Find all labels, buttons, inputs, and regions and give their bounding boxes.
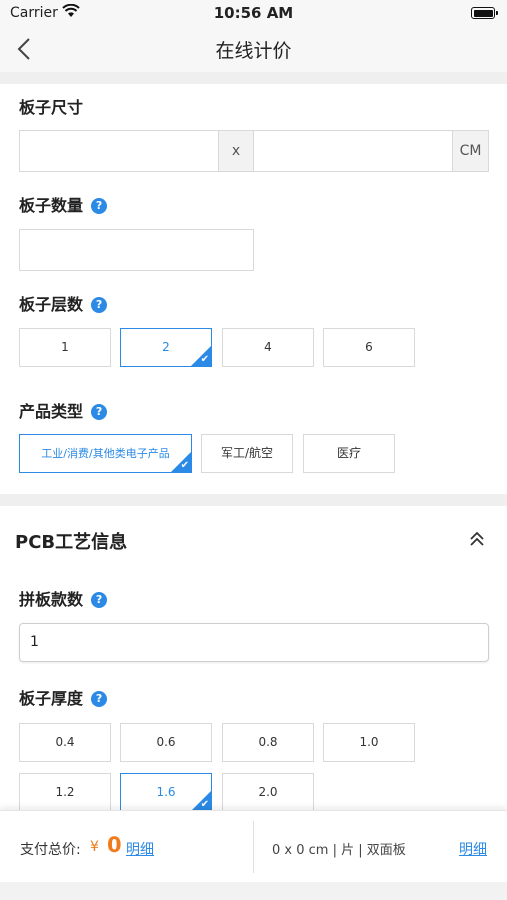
clock: 10:56 AM — [213, 4, 294, 22]
help-icon[interactable]: ? — [91, 691, 108, 707]
thickness-option[interactable]: 1.0 — [323, 723, 415, 762]
option-label: 1.2 — [55, 785, 75, 799]
option-label: 军工/航空 — [220, 446, 274, 460]
board-quantity-text: 板子数量 — [19, 196, 84, 215]
option-label: 0.4 — [55, 735, 75, 749]
size-unit: CM — [452, 130, 489, 172]
help-icon[interactable]: ? — [91, 297, 108, 313]
help-icon[interactable]: ? — [91, 592, 108, 608]
board-height-input[interactable] — [253, 130, 453, 172]
thickness-option[interactable]: 0.6 — [120, 723, 212, 762]
layer-option[interactable]: 4 — [222, 328, 314, 367]
bottom-bar: 支付总价: ¥ 0 明细 0 x 0 cm | 片 | 双面板 明细 — [0, 810, 507, 882]
option-label: 6 — [365, 340, 373, 354]
panel-count-input[interactable]: 1 — [19, 623, 489, 662]
summary-detail-link[interactable]: 明细 — [459, 839, 487, 859]
product-type-option-selected[interactable]: 工业/消费/其他类电子产品 ✔ — [19, 434, 192, 473]
page-title: 在线计价 — [215, 40, 292, 62]
divider — [253, 821, 254, 873]
option-label: 2 — [162, 340, 170, 354]
thickness-option[interactable]: 2.0 — [222, 773, 314, 812]
thickness-option[interactable]: 0.4 — [19, 723, 111, 762]
board-width-input[interactable] — [19, 130, 219, 172]
thickness-option-selected[interactable]: 1.6 ✔ — [120, 773, 212, 812]
board-quantity-label: 板子数量? — [19, 192, 108, 216]
board-layers-label: 板子层数? — [19, 291, 108, 315]
section-gap — [0, 72, 507, 84]
option-label: 1.6 — [156, 785, 176, 799]
order-summary: 0 x 0 cm | 片 | 双面板 — [272, 843, 406, 858]
board-thickness-text: 板子厚度 — [19, 689, 84, 708]
option-label: 4 — [264, 340, 272, 354]
check-icon: ✔ — [200, 354, 209, 365]
nav-bar: 在线计价 — [0, 26, 507, 72]
option-label: 0.6 — [156, 735, 176, 749]
check-icon: ✔ — [200, 799, 209, 810]
pcb-section-title: PCB工艺信息 — [15, 532, 128, 553]
price-detail-link[interactable]: 明细 — [126, 839, 154, 859]
board-thickness-label: 板子厚度? — [19, 685, 108, 709]
thickness-option[interactable]: 1.2 — [19, 773, 111, 812]
option-label: 1.0 — [359, 735, 379, 749]
total-price: 0 — [107, 833, 122, 857]
layer-option[interactable]: 6 — [323, 328, 415, 367]
product-type-option[interactable]: 医疗 — [303, 434, 395, 473]
option-label: 2.0 — [258, 785, 278, 799]
layer-option-selected[interactable]: 2 ✔ — [120, 328, 212, 367]
collapse-icon[interactable] — [469, 530, 485, 548]
board-size-label: 板子尺寸 — [19, 98, 84, 117]
section-gap — [0, 494, 507, 506]
panel-count-label: 拼板款数? — [19, 586, 108, 610]
product-type-text: 产品类型 — [19, 402, 84, 421]
board-layers-text: 板子层数 — [19, 295, 84, 314]
option-label: 工业/消费/其他类电子产品 — [41, 447, 170, 460]
option-label: 医疗 — [336, 446, 361, 460]
help-icon[interactable]: ? — [91, 198, 108, 214]
size-separator: x — [218, 130, 254, 172]
status-bar: Carrier 10:56 AM — [0, 0, 507, 26]
check-icon: ✔ — [180, 460, 189, 471]
battery-icon — [471, 7, 498, 19]
help-icon[interactable]: ? — [91, 404, 108, 420]
bottom-safe-area — [0, 882, 507, 900]
option-label: 1 — [61, 340, 69, 354]
product-type-option[interactable]: 军工/航空 — [201, 434, 293, 473]
layer-option[interactable]: 1 — [19, 328, 111, 367]
product-type-label: 产品类型? — [19, 398, 108, 422]
currency-symbol: ¥ — [90, 839, 99, 855]
thickness-option[interactable]: 0.8 — [222, 723, 314, 762]
option-label: 0.8 — [258, 735, 278, 749]
board-quantity-input[interactable] — [19, 229, 254, 271]
panel-count-text: 拼板款数 — [19, 590, 84, 609]
total-label: 支付总价: — [20, 842, 81, 858]
